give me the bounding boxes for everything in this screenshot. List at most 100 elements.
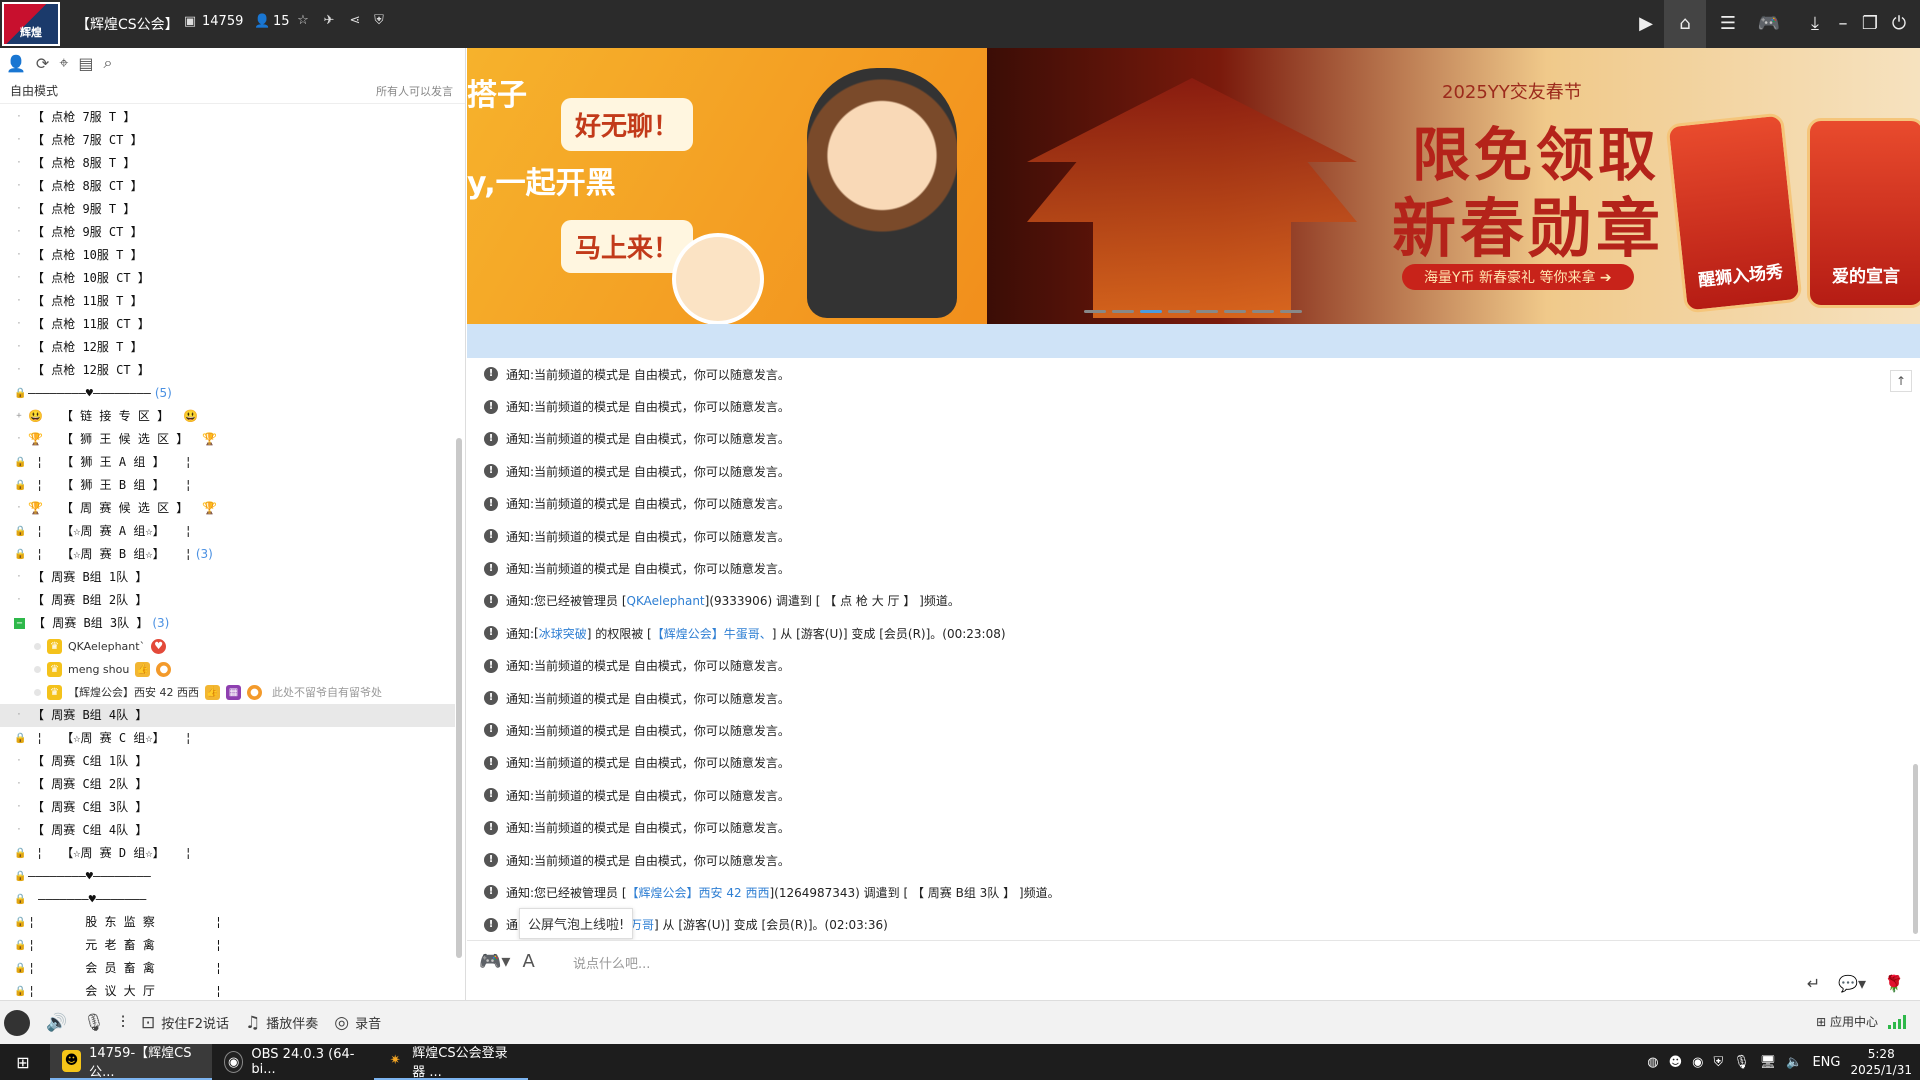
windows-start-icon[interactable]: ⊞ — [0, 1044, 46, 1080]
star-icon[interactable]: ☆ — [296, 14, 310, 28]
channel-item-lion-candidates[interactable]: · 🏆 【 狮 王 候 选 区 】 🏆 — [0, 428, 455, 451]
location-icon[interactable]: ⌖ — [59, 53, 68, 73]
collapse-icon[interactable]: − — [14, 618, 25, 629]
channel-scrollbar[interactable] — [456, 438, 462, 958]
channel-user[interactable]: ♛ 【辉煌公会】西安 42 西西 👍 ▦ ● 此处不留爷自有留爷处 — [0, 681, 455, 704]
channel-item[interactable]: · 【 点枪 7服 T 】 — [0, 106, 455, 129]
steam-icon[interactable]: ◍ — [1647, 1055, 1658, 1070]
music-button[interactable]: ♫ 播放伴奏 — [245, 1013, 318, 1033]
refresh-icon[interactable]: ⟳ — [36, 54, 49, 73]
obs-tray-icon[interactable]: ◉ — [1692, 1055, 1703, 1070]
user-link[interactable]: 冰球突破 — [539, 625, 587, 642]
channel-item[interactable]: · 【 点枪 8服 CT 】 — [0, 175, 455, 198]
channel-item-b4[interactable]: · 【 周赛 B组 4队 】 — [0, 704, 455, 727]
channel-item[interactable]: 🔒 ¦ 会 员 畜 禽 ¦ — [0, 957, 455, 980]
avatar[interactable] — [4, 1009, 30, 1036]
download-icon[interactable]: ⤓ — [1801, 10, 1829, 38]
user-icon[interactable]: 👤 — [6, 54, 26, 73]
channel-item[interactable]: · 【 周赛 B组 2队 】 — [0, 589, 455, 612]
taskbar-app-obs[interactable]: ◉ OBS 24.0.3 (64-bi... — [212, 1044, 374, 1080]
channel-item-weekly-b[interactable]: 🔒 ¦ 【☆周 赛 B 组☆】 ¦ (3) — [0, 543, 455, 566]
scroll-top-button[interactable]: ↑ — [1890, 370, 1912, 392]
taskbar-app-yy[interactable]: ☻ 14759-【辉煌CS公... — [50, 1044, 212, 1080]
taskbar-app-launcher[interactable]: ✷ 辉煌CS公会登录器 ... — [374, 1044, 528, 1080]
channel-item-weekly-a[interactable]: 🔒 ¦ 【☆周 赛 A 组☆】 ¦ — [0, 520, 455, 543]
restore-icon[interactable]: ❐ — [1856, 10, 1884, 38]
channel-item-weekly-d[interactable]: 🔒 ¦ 【☆周 赛 D 组☆】 ¦ — [0, 842, 455, 865]
carousel-dot[interactable] — [1168, 310, 1190, 313]
channel-divider[interactable]: 🔒 ———————♥——————— — [0, 888, 455, 911]
channel-item-lion-b[interactable]: 🔒 ¦ 【 狮 王 B 组 】 ¦ — [0, 474, 455, 497]
promo-banner[interactable]: 搭子 好无聊！ y,一起开黑 马上来！ 2025YY交友春节 限免领取 新春勋章… — [467, 48, 1920, 324]
video-icon[interactable]: ▶ — [1632, 10, 1660, 38]
shield-icon[interactable]: ⛨ — [372, 14, 386, 28]
gamepad-icon[interactable]: 🎮 — [1755, 10, 1783, 38]
notes-icon[interactable]: ▤ — [78, 54, 93, 73]
channel-user[interactable]: ♛ meng shou 👍 ● — [0, 658, 455, 681]
list-icon[interactable]: ☰ — [1714, 10, 1742, 38]
language-indicator[interactable]: ENG — [1812, 1055, 1840, 1070]
share-icon[interactable]: ⋖ — [348, 14, 362, 28]
mic-tray-icon[interactable]: 🎙 — [1733, 1055, 1750, 1070]
channel-item[interactable]: · 【 点枪 11服 CT 】 — [0, 313, 455, 336]
carousel-dot[interactable] — [1224, 310, 1246, 313]
airplane-icon[interactable]: ✈ — [322, 14, 336, 28]
minimize-icon[interactable]: – — [1829, 10, 1857, 38]
banner-slide-festival[interactable]: 2025YY交友春节 限免领取 新春勋章 海量Y币 新春豪礼 等你来拿 ➔ 醒狮… — [987, 48, 1920, 324]
channel-item[interactable]: · 【 周赛 C组 2队 】 — [0, 773, 455, 796]
channel-item[interactable]: · 【 点枪 12服 T 】 — [0, 336, 455, 359]
banner-card[interactable]: 爱的宣言 — [1807, 118, 1920, 308]
channel-item[interactable]: · 【 点枪 7服 CT 】 — [0, 129, 455, 152]
antivirus-icon[interactable]: ⛨ — [1713, 1055, 1723, 1070]
channel-item-lion-a[interactable]: 🔒 ¦ 【 狮 王 A 组 】 ¦ — [0, 451, 455, 474]
network-icon[interactable]: 🖥 — [1760, 1055, 1777, 1070]
channel-item[interactable]: · 【 周赛 C组 1队 】 — [0, 750, 455, 773]
home-icon[interactable]: ⌂ — [1664, 0, 1706, 48]
carousel-dot[interactable] — [1196, 310, 1218, 313]
channel-item-link-zone[interactable]: + 😃 【 链 接 专 区 】 😃 — [0, 405, 455, 428]
channel-item[interactable]: · 【 周赛 C组 4队 】 — [0, 819, 455, 842]
channel-item[interactable]: · 【 点枪 10服 CT 】 — [0, 267, 455, 290]
user-link[interactable]: 万哥 — [630, 916, 654, 933]
mixer-icon[interactable]: ⫶ — [121, 1013, 125, 1033]
flower-icon[interactable]: 🌹 — [1884, 974, 1904, 993]
carousel-dot[interactable] — [1280, 310, 1302, 313]
chat-input[interactable]: 说点什么吧... — [573, 953, 650, 972]
microphone-icon[interactable]: 🎙 — [83, 1013, 105, 1033]
channel-item[interactable]: · 【 点枪 11服 T 】 — [0, 290, 455, 313]
channel-item[interactable]: · 【 点枪 9服 CT 】 — [0, 221, 455, 244]
clock[interactable]: 5:28 2025/1/31 — [1850, 1046, 1912, 1078]
channel-item[interactable]: 🔒 ¦ 元 老 畜 禽 ¦ — [0, 934, 455, 957]
channel-divider[interactable]: 🔒 ————————♥———————— (5) — [0, 382, 455, 405]
search-icon[interactable]: ⌕ — [103, 53, 112, 73]
record-button[interactable]: ◎ 录音 — [334, 1013, 381, 1033]
channel-item[interactable]: 🔒 ¦ 股 东 监 察 ¦ — [0, 911, 455, 934]
channel-item-b3[interactable]: − 【 周赛 B组 3队 】 (3) — [0, 612, 455, 635]
carousel-dot[interactable] — [1084, 310, 1106, 313]
send-icon[interactable]: ↵ — [1807, 974, 1820, 993]
channel-item[interactable]: · 【 点枪 12服 CT 】 — [0, 359, 455, 382]
channel-item[interactable]: · 【 周赛 C组 3队 】 — [0, 796, 455, 819]
emoji-game-icon[interactable]: 🎮▾ — [479, 951, 510, 972]
channel-item[interactable]: · 【 点枪 9服 T 】 — [0, 198, 455, 221]
power-icon[interactable]: ⏻ — [1885, 10, 1913, 38]
user-link[interactable]: 【辉煌公会】西安 42 西西 — [627, 884, 770, 901]
channel-item-weekly-candidates[interactable]: · 🏆 【 周 赛 候 选 区 】 🏆 — [0, 497, 455, 520]
banner-slide-game[interactable]: 搭子 好无聊！ y,一起开黑 马上来！ — [467, 48, 987, 324]
volume-icon[interactable]: 🔈 — [1786, 1055, 1802, 1070]
channel-user[interactable]: ♛ QKAelephant` ♥ — [0, 635, 455, 658]
carousel-dot[interactable] — [1252, 310, 1274, 313]
font-style-icon[interactable]: A — [522, 951, 534, 972]
channel-divider[interactable]: 🔒 ————————♥———————— — [0, 865, 455, 888]
app-center-button[interactable]: ⊞ 应用中心 — [1816, 1013, 1878, 1030]
banner-card[interactable]: 醒狮入场秀 — [1665, 112, 1803, 314]
channel-item[interactable]: · 【 点枪 8服 T 】 — [0, 152, 455, 175]
channel-item-weekly-c[interactable]: 🔒 ¦ 【☆周 赛 C 组☆】 ¦ — [0, 727, 455, 750]
chat-scrollbar[interactable] — [1913, 764, 1918, 934]
user-link[interactable]: 【辉煌公会】牛蛋哥、 — [652, 625, 772, 642]
bubble-icon[interactable]: 💬▾ — [1838, 974, 1866, 993]
carousel-dot[interactable] — [1112, 310, 1134, 313]
user-link[interactable]: QKAelephant — [627, 594, 705, 608]
push-to-talk-button[interactable]: ⊡ 按住F2说话 — [141, 1013, 229, 1033]
channel-item[interactable]: · 【 点枪 10服 T 】 — [0, 244, 455, 267]
